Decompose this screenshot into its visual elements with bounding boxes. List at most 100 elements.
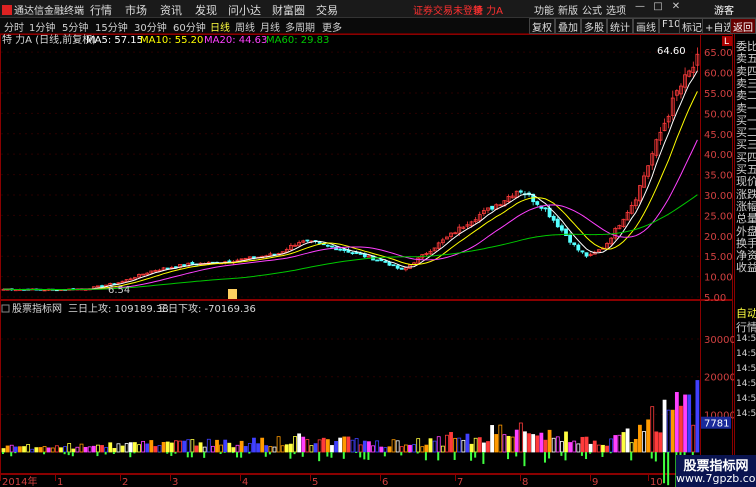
indicator-bar-up — [350, 439, 355, 453]
indicator-bar-up — [42, 446, 47, 453]
indicator-bar-down — [236, 452, 239, 458]
indicator-bar-up — [301, 436, 306, 453]
indicator-bar-up — [391, 439, 396, 453]
indicator-settings-icon[interactable] — [1, 304, 10, 313]
guest-label[interactable]: 游客 — [714, 2, 734, 17]
indicator-up-value: 三日上攻: 109189.38 — [68, 302, 169, 315]
tool-huaxian[interactable]: 画线 — [633, 18, 659, 34]
indicator-bar-down — [166, 452, 169, 454]
maximize-button[interactable]: □ — [650, 1, 666, 15]
indicator-bar-down — [543, 452, 546, 463]
tool-duogu[interactable]: 多股 — [581, 18, 607, 34]
menu-hangqing[interactable]: 行情 — [90, 2, 112, 18]
indicator-bar-up — [617, 434, 622, 453]
indicator-bar-up — [18, 446, 22, 453]
indicator-bar-up — [128, 442, 133, 453]
tool-tongji[interactable]: 统计 — [607, 18, 633, 34]
indicator-bar-up — [252, 437, 256, 453]
indicator-bar-up — [5, 445, 10, 453]
price-tick-label: 65.00 — [704, 48, 733, 59]
close-button[interactable]: ✕ — [668, 1, 684, 15]
indicator-bar-up — [490, 425, 495, 453]
menu-wenxiaoda[interactable]: 问小达 — [228, 2, 261, 18]
menu-jiaoyi[interactable]: 交易 — [316, 2, 338, 18]
indicator-bar-up — [75, 446, 80, 453]
indicator-bar-up — [157, 445, 162, 453]
candle-body — [350, 252, 355, 255]
stock-tab[interactable]: 特 力A — [473, 2, 503, 17]
candle-body — [190, 262, 195, 265]
indicator-bar-up — [674, 392, 679, 453]
indicator-bar-up — [572, 440, 577, 453]
event-marker-icon[interactable] — [228, 289, 237, 299]
indicator-bar-up — [153, 446, 158, 453]
indicator-bar-down — [14, 452, 17, 454]
indicator-bar-up — [13, 446, 18, 453]
period-more[interactable]: 更多 — [322, 19, 342, 34]
indicator-bar-up — [481, 442, 486, 453]
period-1min[interactable]: 1分钟 — [29, 19, 55, 34]
period-daily[interactable]: 日线 — [210, 19, 230, 34]
indicator-bar-up — [601, 444, 605, 453]
period-30min[interactable]: 30分钟 — [134, 19, 167, 34]
indicator-bar-up — [137, 444, 141, 453]
period-weekly[interactable]: 周线 — [235, 19, 255, 34]
ma10-line — [3, 91, 698, 291]
indicator-bar-up — [629, 442, 634, 453]
indicator-bar-up — [395, 440, 400, 453]
indicator-bar-up — [186, 439, 191, 453]
menu-gongneng[interactable]: 功能 — [534, 2, 554, 17]
candle-body — [383, 260, 388, 263]
period-5min[interactable]: 5分钟 — [62, 19, 88, 34]
menu-xinban[interactable]: 新版 — [558, 2, 578, 17]
indicator-bar-down — [474, 452, 477, 458]
quote-tab[interactable]: 行情 — [736, 319, 756, 335]
tool-diejia[interactable]: 叠加 — [555, 18, 581, 34]
candle-body — [227, 260, 232, 263]
period-monthly[interactable]: 月线 — [260, 19, 280, 34]
period-fenshi[interactable]: 分时 — [4, 19, 24, 34]
date-tick-label: 6 — [382, 477, 388, 487]
menu-gongshi[interactable]: 公式 — [582, 2, 602, 17]
indicator-bar-up — [625, 428, 630, 453]
indicator-bar-up — [280, 445, 285, 453]
indicator-bar-up — [63, 446, 67, 453]
ma10-value: MA10: 55.20 — [140, 35, 203, 46]
menu-shichang[interactable]: 市场 — [125, 2, 147, 18]
period-multi[interactable]: 多周期 — [285, 19, 315, 34]
indicator-bar-up — [420, 446, 425, 453]
indicator-bar-up — [268, 446, 273, 453]
menu-faxian[interactable]: 发现 — [195, 2, 217, 18]
indicator-bar-down — [2, 452, 4, 454]
indicator-bar-up — [564, 431, 568, 453]
tool-fuquan[interactable]: 复权 — [529, 18, 555, 34]
watermark-url: www.7gpzb.com — [676, 472, 756, 485]
minimize-button[interactable]: — — [632, 1, 648, 15]
price-tick-label: 50.00 — [704, 109, 733, 120]
menu-caifuquan[interactable]: 财富圈 — [272, 2, 305, 18]
indicator-bar-up — [658, 432, 663, 453]
indicator-tag-label: L — [724, 37, 729, 47]
indicator-bar-up — [403, 444, 408, 453]
tick-time: 14:50 — [736, 364, 756, 374]
period-15min[interactable]: 15分钟 — [95, 19, 128, 34]
menu-zixun[interactable]: 资讯 — [160, 2, 182, 18]
candle-body — [576, 244, 581, 251]
period-60min[interactable]: 60分钟 — [173, 19, 206, 34]
indicator-bar-down — [355, 452, 358, 453]
indicator-bar-up — [116, 443, 121, 453]
tool-fanhui[interactable]: 返回 — [730, 18, 756, 34]
quote-side-panel: 委比 卖五 卖四 卖三 卖二 卖一 买一 买二 买三 买四 买五 现价 涨跌 涨幅 总量 外盘 换手 净资 收益 自动… — [734, 34, 756, 487]
ma60-value: MA60: 29.83 — [266, 35, 329, 46]
indicator-bar-down — [482, 452, 485, 464]
indicator-bar-up — [309, 445, 314, 453]
indicator-bar-up — [555, 436, 560, 453]
indicator-bar-up — [54, 445, 59, 453]
indicator-bar-up — [642, 431, 646, 453]
indicator-bar-up — [346, 436, 351, 453]
indicator-bar-up — [334, 441, 338, 453]
indicator-bar-up — [34, 447, 39, 453]
indicator-bar-up — [605, 445, 609, 453]
kline-chart[interactable]: 65.0060.0055.0050.0045.0040.0035.0030.00… — [0, 34, 734, 487]
menu-xuanxiang[interactable]: 选项 — [606, 2, 626, 17]
